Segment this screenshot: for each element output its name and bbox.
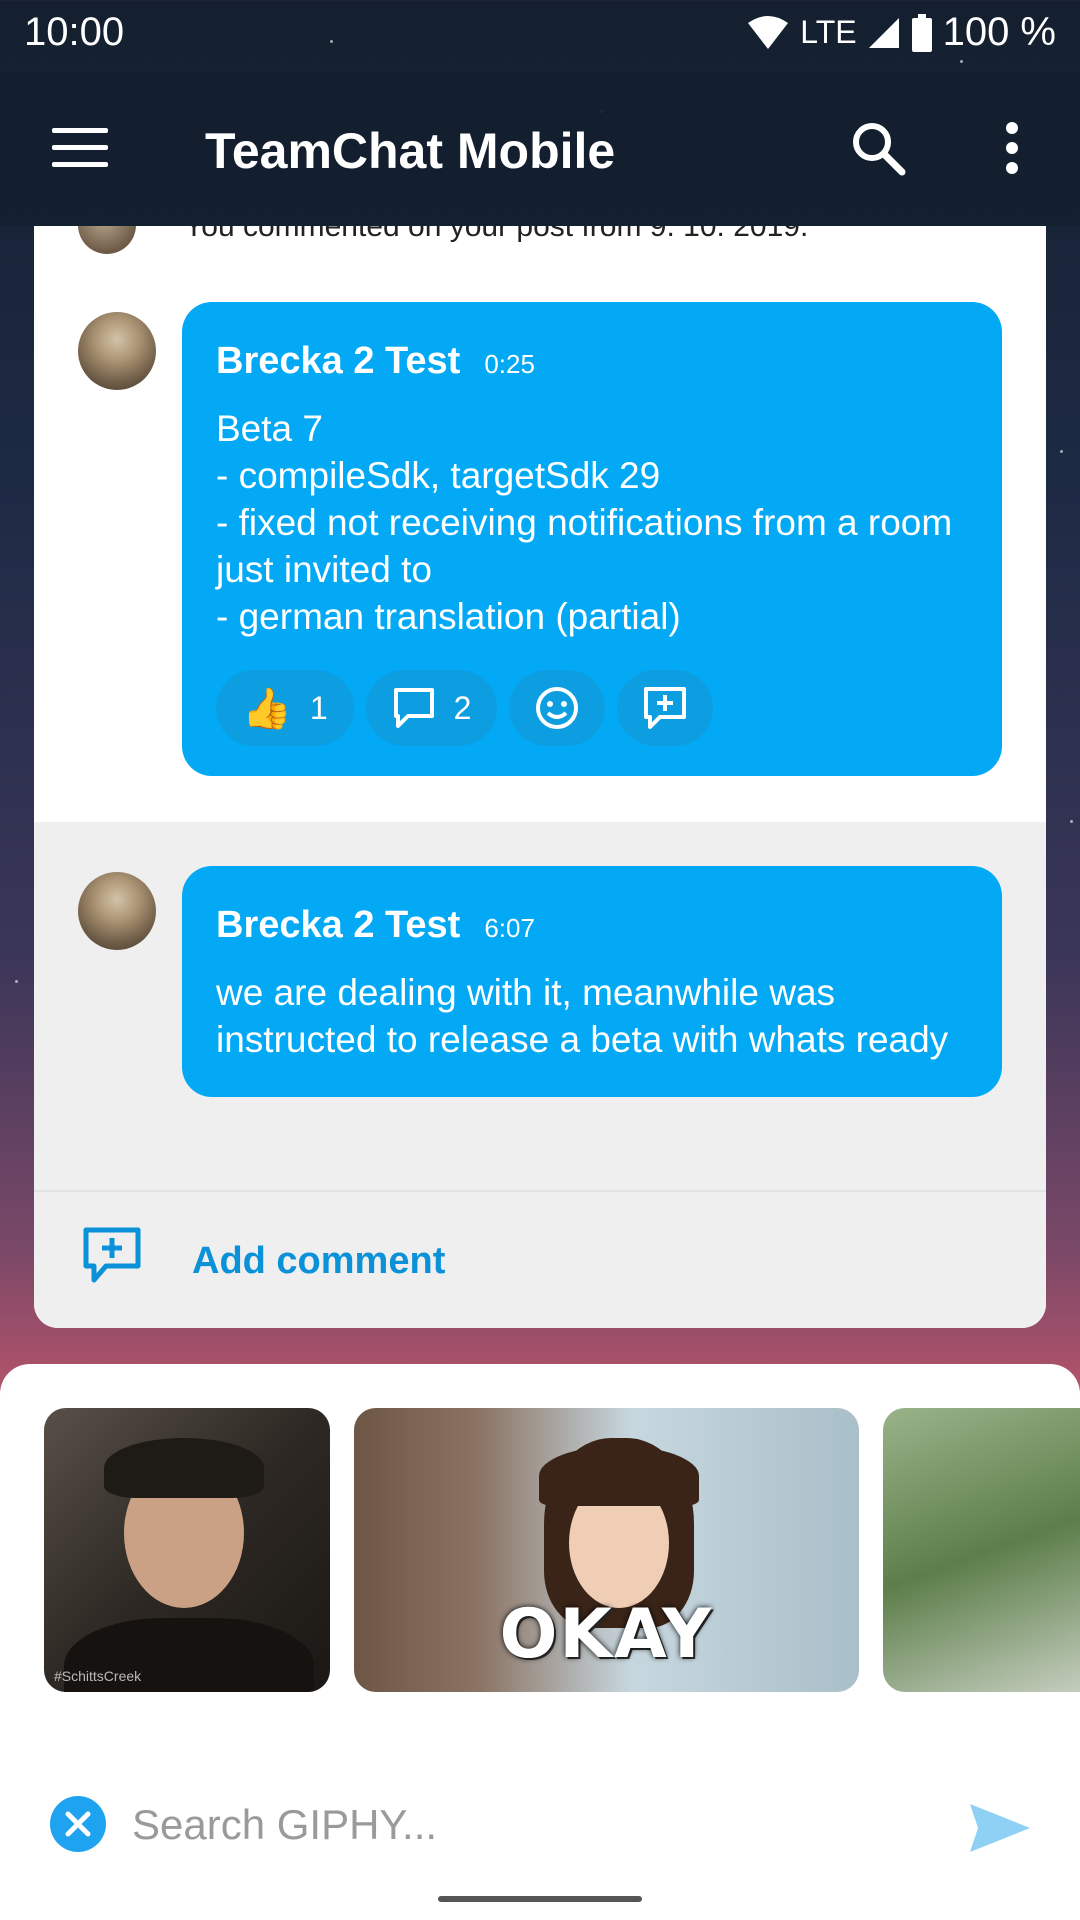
thumbs-up-icon: 👍 <box>242 686 292 731</box>
smiley-icon <box>536 687 579 729</box>
send-icon[interactable] <box>968 1800 1032 1856</box>
signal-icon <box>868 17 899 48</box>
battery-icon <box>911 13 932 52</box>
reply-button[interactable] <box>617 670 714 746</box>
add-reaction-button[interactable] <box>509 670 606 746</box>
add-comment-icon <box>644 687 687 729</box>
gif-watermark: #SchittsCreek <box>54 1668 142 1684</box>
status-icons: LTE 100 % <box>746 10 1056 55</box>
comment-count: 2 <box>453 689 472 726</box>
post-bubble: Brecka 2 Test 0:25 Beta 7 - compileSdk, … <box>182 302 1002 776</box>
post-author[interactable]: Brecka 2 Test <box>216 340 460 383</box>
wifi-icon <box>748 15 789 49</box>
app-title: TeamChat Mobile <box>205 123 616 179</box>
conversation-card: You commented on your post from 9. 10. 2… <box>34 226 1046 1328</box>
like-button[interactable]: 👍 1 <box>216 670 354 746</box>
avatar[interactable] <box>78 312 156 390</box>
network-label: LTE <box>800 14 857 50</box>
comment-section: Brecka 2 Test 6:07 we are dealing with i… <box>34 822 1046 1328</box>
post-time: 0:25 <box>484 349 535 379</box>
comment-author[interactable]: Brecka 2 Test <box>216 904 460 947</box>
giphy-search-bar <box>0 1754 1080 1874</box>
add-comment-label: Add comment <box>192 1240 446 1282</box>
comment-icon <box>393 688 434 728</box>
giphy-search-input[interactable] <box>130 1792 934 1858</box>
gif-thumbnail[interactable] <box>883 1408 1080 1692</box>
avatar[interactable] <box>78 872 156 950</box>
comment-time: 6:07 <box>484 913 535 943</box>
comments-button[interactable]: 2 <box>365 670 498 746</box>
more-vert-icon[interactable] <box>1000 118 1024 178</box>
status-time: 10:00 <box>24 10 125 54</box>
menu-icon[interactable] <box>52 128 108 168</box>
comment-bubble: Brecka 2 Test 6:07 we are dealing with i… <box>182 866 1002 1097</box>
like-count: 1 <box>309 689 328 726</box>
giphy-panel: #SchittsCreek OKAY <box>0 1364 1080 1920</box>
app-bar: TeamChat Mobile <box>0 72 1080 226</box>
add-comment-button[interactable]: Add comment <box>34 1192 1046 1328</box>
activity-notice: You commented on your post from 9. 10. 2… <box>184 226 809 243</box>
post-actions: 👍 1 2 <box>216 670 968 746</box>
add-comment-icon <box>83 1227 141 1283</box>
post-body: Beta 7 - compileSdk, targetSdk 29 - fixe… <box>216 408 953 637</box>
status-bar: 10:00 LTE 100 % <box>0 0 1080 72</box>
gesture-bar[interactable] <box>438 1896 642 1902</box>
gif-thumbnail[interactable]: OKAY <box>354 1408 859 1692</box>
battery-percent: 100 % <box>942 10 1056 54</box>
gif-thumbnail[interactable]: #SchittsCreek <box>44 1408 330 1692</box>
search-icon[interactable] <box>848 118 908 178</box>
comment-body: we are dealing with it, meanwhile was in… <box>216 972 949 1060</box>
close-icon[interactable] <box>50 1796 106 1852</box>
gif-caption: OKAY <box>499 1595 714 1674</box>
avatar <box>78 226 136 254</box>
